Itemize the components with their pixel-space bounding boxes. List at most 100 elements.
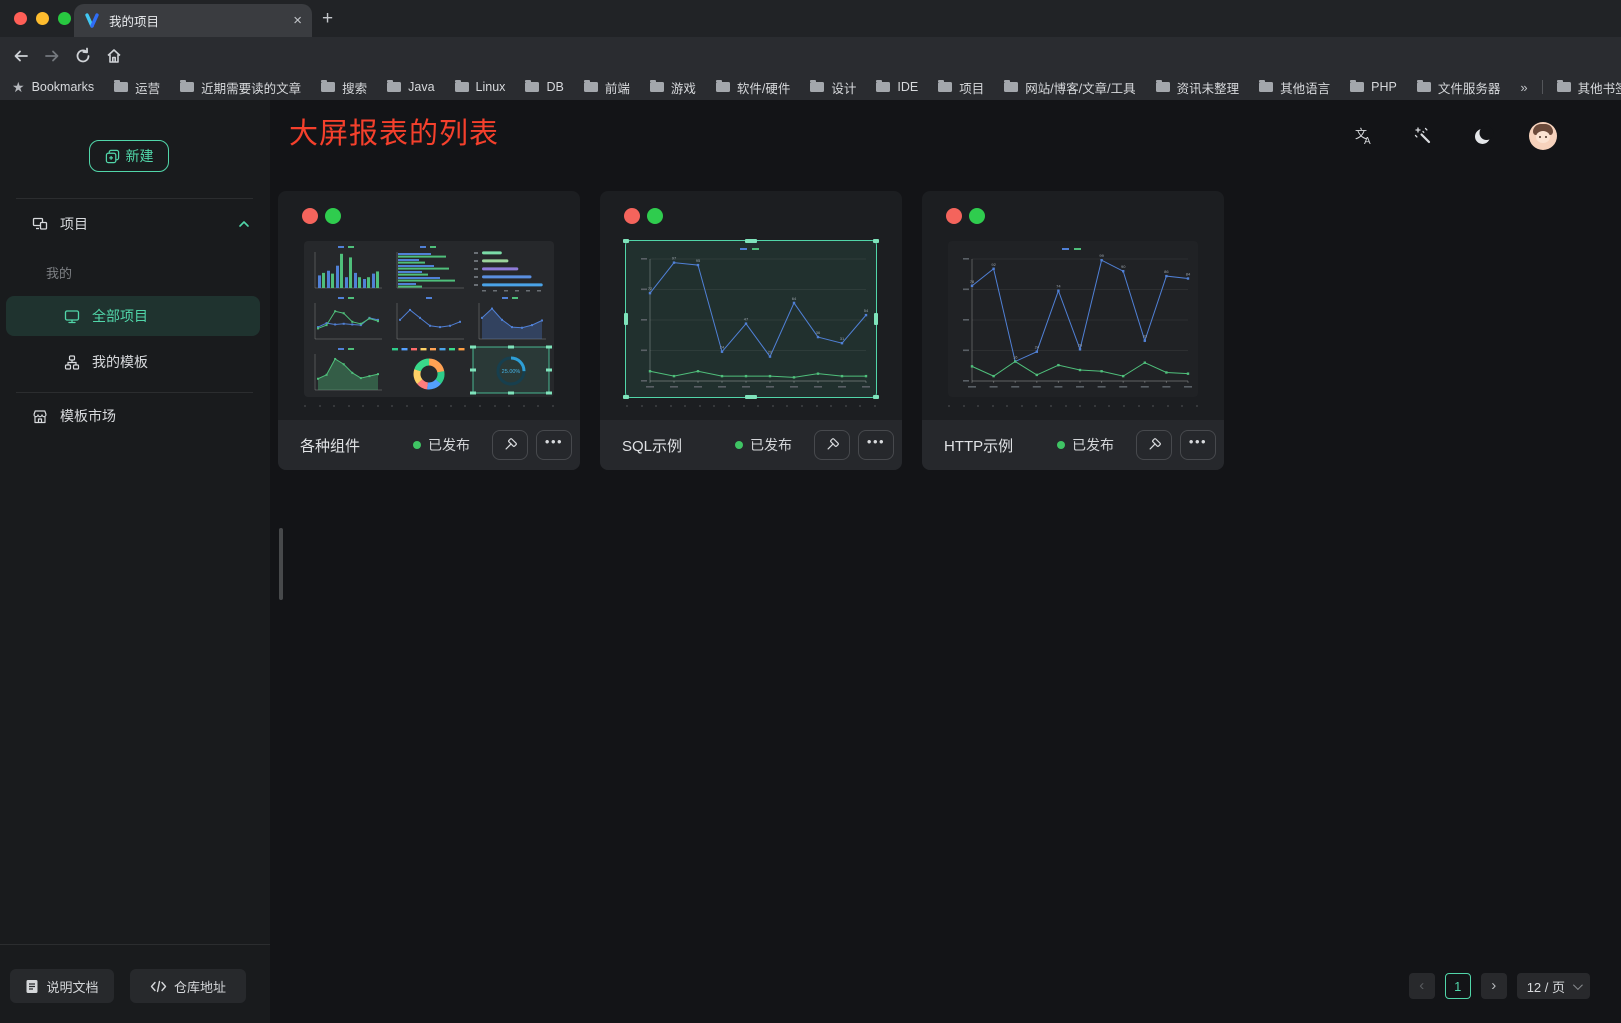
selection-handle[interactable] xyxy=(745,239,757,243)
forward-icon[interactable] xyxy=(43,47,61,65)
folder-icon xyxy=(1417,82,1431,92)
project-card-http[interactable]: 7892162474269990338684 HTTP示例 已发布 xyxy=(922,191,1224,470)
bookmark-folder[interactable]: 软件/硬件 xyxy=(716,78,790,97)
folder-icon xyxy=(716,82,730,92)
grid-dots xyxy=(626,405,876,407)
window-minimize-button[interactable] xyxy=(36,12,49,25)
user-avatar[interactable] xyxy=(1529,122,1557,150)
sidebar-item-my-templates[interactable]: 我的模板 xyxy=(64,352,254,372)
sidebar-group-projects[interactable]: 项目 xyxy=(32,214,252,234)
folder-icon xyxy=(180,82,194,92)
svg-text:72: 72 xyxy=(648,286,653,291)
sidebar-item-template-market[interactable]: 模板市场 xyxy=(32,406,252,426)
bookmark-folder[interactable]: Java xyxy=(387,78,434,97)
next-page-button[interactable]: › xyxy=(1481,973,1507,999)
scrollbar-thumb[interactable] xyxy=(279,528,283,600)
line-chart-thumbnail: 7892162474269990338684 xyxy=(948,241,1198,397)
selection-handle[interactable] xyxy=(623,395,629,399)
bookmark-folder[interactable]: 近期需要读的文章 xyxy=(180,78,301,97)
bookmark-folder[interactable]: 前端 xyxy=(584,78,630,97)
bookmark-folder[interactable]: 搜索 xyxy=(321,78,367,97)
selection-handle[interactable] xyxy=(745,395,757,399)
chevron-up-icon[interactable] xyxy=(236,217,252,231)
sidebar-divider xyxy=(16,392,253,393)
bookmark-folder[interactable]: 项目 xyxy=(938,78,984,97)
more-actions-button[interactable]: ••• xyxy=(536,430,572,460)
bookmark-folder[interactable]: DB xyxy=(525,78,563,97)
svg-text:90: 90 xyxy=(1121,264,1126,269)
edit-project-button[interactable] xyxy=(1136,430,1172,460)
svg-text:86: 86 xyxy=(1164,269,1169,274)
bookmark-folder[interactable]: 网站/博客/文章/工具 xyxy=(1004,78,1135,97)
prev-page-button[interactable]: ‹ xyxy=(1409,973,1435,999)
back-icon[interactable] xyxy=(12,47,30,65)
hammer-icon xyxy=(824,437,840,453)
window-zoom-button[interactable] xyxy=(58,12,71,25)
svg-text:54: 54 xyxy=(864,308,869,313)
card-dot-green xyxy=(647,208,663,224)
svg-text:24: 24 xyxy=(1035,345,1040,350)
selection-handle[interactable] xyxy=(624,313,628,325)
project-preview-selected[interactable]: 72979524472064363154 xyxy=(626,241,876,397)
market-icon xyxy=(32,408,48,425)
selection-handle[interactable] xyxy=(623,239,629,243)
language-icon[interactable]: 文 A xyxy=(1349,122,1377,150)
templates-icon xyxy=(64,354,80,371)
folder-icon xyxy=(938,82,952,92)
card-dot-red xyxy=(302,208,318,224)
selection-handle[interactable] xyxy=(874,313,878,325)
bookmark-folder[interactable]: Linux xyxy=(455,78,506,97)
card-footer: HTTP示例 已发布 ••• xyxy=(922,420,1224,470)
bookmark-folder[interactable]: 游戏 xyxy=(650,78,696,97)
browser-tab[interactable]: 我的项目 × xyxy=(74,4,312,37)
dark-mode-moon-icon[interactable] xyxy=(1469,122,1497,150)
more-actions-button[interactable]: ••• xyxy=(858,430,894,460)
hammer-icon xyxy=(1146,437,1162,453)
selection-handle[interactable] xyxy=(873,395,879,399)
repository-button[interactable]: 仓库地址 xyxy=(130,969,246,1003)
folder-icon xyxy=(1004,82,1018,92)
bookmarks-overflow-icon[interactable]: » xyxy=(1520,80,1527,95)
project-preview[interactable]: 25.00% xyxy=(304,241,554,397)
svg-text:36: 36 xyxy=(816,330,821,335)
home-icon[interactable] xyxy=(105,47,123,65)
card-footer: SQL示例 已发布 ••• xyxy=(600,420,902,470)
bookmark-folder[interactable]: 设计 xyxy=(810,78,856,97)
tab-strip: 我的项目 × + xyxy=(0,0,1621,37)
card-dot-green xyxy=(969,208,985,224)
current-page-button[interactable]: 1 xyxy=(1445,973,1471,999)
project-card-sql[interactable]: 72979524472064363154 SQL示例 已发布 xyxy=(600,191,902,470)
bookmark-folder[interactable]: 文件服务器 xyxy=(1417,78,1501,97)
bookmark-folder[interactable]: IDE xyxy=(876,78,918,97)
bookmarks-manager[interactable]: ★ Bookmarks xyxy=(12,79,94,96)
folder-icon xyxy=(1259,82,1273,92)
edit-project-button[interactable] xyxy=(814,430,850,460)
sidebar-item-all-projects[interactable]: 全部项目 xyxy=(6,296,260,336)
new-tab-button[interactable]: + xyxy=(322,8,333,30)
project-preview[interactable]: 7892162474269990338684 xyxy=(948,241,1198,397)
new-project-button[interactable]: 新建 xyxy=(89,140,169,172)
reload-icon[interactable] xyxy=(74,47,92,65)
bookmark-folder[interactable]: PHP xyxy=(1350,78,1397,97)
docs-button[interactable]: 说明文档 xyxy=(10,969,114,1003)
magic-wand-icon[interactable] xyxy=(1409,122,1437,150)
bookmark-folder[interactable]: 其他语言 xyxy=(1259,78,1330,97)
status-text: 已发布 xyxy=(1072,435,1114,455)
page-size-select[interactable]: 12 / 页 xyxy=(1517,973,1590,999)
bookmark-folder[interactable]: 运营 xyxy=(114,78,160,97)
selection-handle[interactable] xyxy=(873,239,879,243)
other-bookmarks[interactable]: 其他书签 xyxy=(1557,78,1621,97)
card-footer: 各种组件 已发布 ••• xyxy=(278,420,580,470)
folder-icon xyxy=(321,82,335,92)
window-close-button[interactable] xyxy=(14,12,27,25)
folder-icon xyxy=(1557,82,1571,92)
more-actions-button[interactable]: ••• xyxy=(1180,430,1216,460)
project-card-widgets[interactable]: 25.00% 各种组件 已发布 xyxy=(278,191,580,470)
svg-text:31: 31 xyxy=(840,336,845,341)
edit-project-button[interactable] xyxy=(492,430,528,460)
browser-toolbar: i 127.0.0.1:3000/#/project/items 9 ⌘ ✩ xyxy=(0,37,1621,74)
bookmark-folder[interactable]: 资讯未整理 xyxy=(1156,78,1240,97)
sidebar-divider xyxy=(16,198,253,199)
tab-close-icon[interactable]: × xyxy=(293,13,302,28)
project-name: SQL示例 xyxy=(622,435,682,456)
